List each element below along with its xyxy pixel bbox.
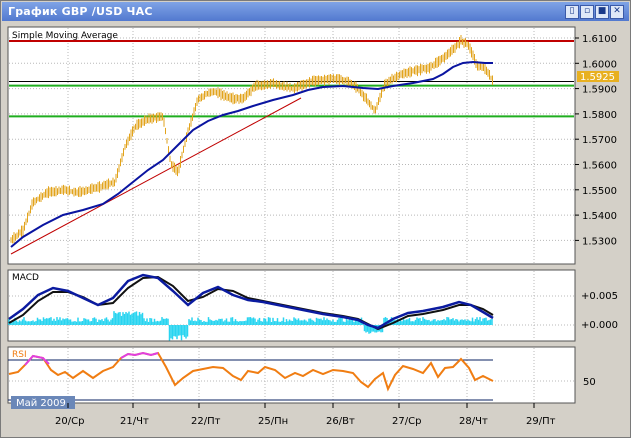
price-label: 1.5300 [582,236,617,247]
macd-scale-zero: +0.000 [581,320,618,331]
x-label-26: 26/Вт [326,416,355,427]
x-label-29: 29/Пт [526,416,556,427]
price-label: 1.6100 [582,34,617,45]
window-title: График GBP /USD ЧАС [8,5,153,18]
title-bar: График GBP /USD ЧАС ▯ ▫ ■ ✕ [2,2,629,21]
price-label: 1.5700 [582,135,617,146]
maximize-icon[interactable]: ■ [595,5,609,19]
x-label-20: 20/Ср [55,416,84,427]
x-label-28: 28/Чт [459,416,488,427]
x-label-27: 27/Ср [392,416,421,427]
price-label: 1.5400 [582,211,617,222]
macd-panel [7,269,576,342]
sma-indicator-label: Simple Moving Average [12,31,118,41]
price-label: 1.5800 [582,110,617,121]
chart-window: График GBP /USD ЧАС ▯ ▫ ■ ✕ 1.6100 1.6000… [0,0,631,438]
close-icon[interactable]: ✕ [610,5,624,19]
month-label: Май 2009 [16,398,66,409]
minimize-icon[interactable]: ▫ [580,5,594,19]
price-label: 1.6000 [582,59,617,70]
x-axis [67,403,535,408]
current-price-text: 1.5925 [580,72,615,83]
price-label: 1.5500 [582,186,617,197]
rsi-label: RSI [12,350,27,360]
price-label: 1.5900 [582,85,617,96]
x-label-22: 22/Пт [191,416,221,427]
price-scale: 1.6100 1.6000 1.5900 1.5800 1.5700 1.5600 1.55… [575,34,617,247]
chart-area: 1.6100 1.6000 1.5900 1.5800 1.5700 1.5600 1.55… [7,26,619,427]
x-label-25: 25/Пн [258,416,288,427]
rsi-scale-50: 50 [583,377,596,388]
macd-label: MACD [12,273,39,283]
restore-icon[interactable]: ▯ [565,5,579,19]
x-label-21: 21/Чт [120,416,149,427]
macd-scale-high: +0.005 [581,291,618,302]
price-label: 1.5600 [582,161,617,172]
